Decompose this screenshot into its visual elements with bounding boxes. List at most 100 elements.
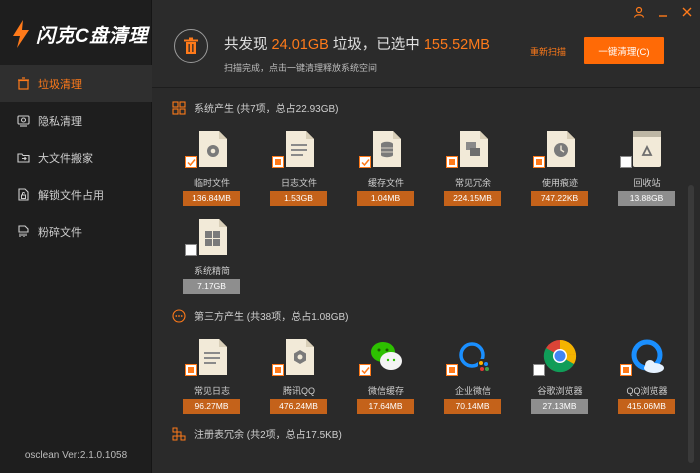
category-tile-common-redundant[interactable]: 常见冗余 224.15MB	[433, 129, 513, 225]
section-title: 第三方产生 (共38项，总占1.08GB)	[194, 312, 349, 323]
tile-label: 腾讯QQ	[282, 386, 315, 396]
privacy-icon	[17, 115, 30, 127]
item-checkbox[interactable]	[185, 244, 197, 256]
sidebar-item-shred-file[interactable]: 粉碎文件	[0, 213, 152, 250]
item-checkbox[interactable]	[533, 156, 545, 168]
folder-move-icon	[17, 153, 30, 163]
category-tile-recycle-bin[interactable]: 回收站 13.88GB	[607, 129, 687, 225]
one-click-clean-button[interactable]: 一键清理(C)	[584, 37, 664, 64]
qq-file-icon	[286, 339, 314, 375]
tile-size-badge: 13.88GB	[618, 191, 675, 206]
tile-size-badge: 17.64MB	[357, 399, 414, 414]
category-tile-system-slim[interactable]: 系统精简 7.17GB	[172, 217, 252, 313]
app-logo-text: 闪克C盘清理	[36, 25, 148, 47]
tile-label: 系统精简	[193, 266, 230, 276]
tile-size-badge: 96.27MB	[183, 399, 240, 414]
minimize-icon[interactable]	[656, 5, 670, 19]
trash-icon	[18, 77, 29, 90]
sidebar-nav: 垃圾清理 隐私清理 大文件搬家 解锁文件占用 粉碎文件	[0, 65, 152, 250]
item-checkbox[interactable]	[620, 156, 632, 168]
log-file-icon	[286, 131, 314, 167]
sidebar-item-label: 大文件搬家	[38, 152, 93, 165]
tile-size-badge: 1.53GB	[270, 191, 327, 206]
tile-size-badge: 136.84MB	[183, 191, 240, 206]
app-logo: 闪克C盘清理	[10, 14, 150, 54]
tile-label: 企业微信	[454, 386, 491, 396]
more-circle-icon	[172, 308, 186, 323]
item-checkbox[interactable]	[359, 156, 371, 168]
item-checkbox[interactable]	[446, 364, 458, 376]
tile-size-badge: 224.15MB	[444, 191, 501, 206]
scrollbar[interactable]	[688, 185, 694, 463]
item-checkbox[interactable]	[446, 156, 458, 168]
registry-icon	[172, 427, 186, 440]
sidebar-item-label: 解锁文件占用	[38, 189, 104, 202]
category-tile-tencent-qq[interactable]: 腾讯QQ 476.24MB	[259, 337, 339, 433]
user-icon[interactable]	[632, 5, 646, 19]
database-file-icon	[373, 131, 401, 167]
tile-size-badge: 747.22KB	[531, 191, 588, 206]
category-tile-qq-browser[interactable]: QQ浏览器 415.06MB	[607, 337, 687, 433]
tile-label: 缓存文件	[367, 178, 404, 188]
log-file-icon	[199, 339, 227, 375]
item-checkbox[interactable]	[359, 364, 371, 376]
tile-label: 微信缓存	[367, 386, 404, 396]
tile-label: 临时文件	[193, 178, 230, 188]
scan-result-headline: 共发现 24.01GB 垃圾，已选中 155.52MB	[224, 33, 490, 54]
version-label: osclean Ver:2.1.0.1058	[24, 450, 128, 461]
trash-can-icon	[184, 37, 198, 54]
close-icon[interactable]	[680, 5, 694, 19]
junk-category-list: 系统产生 (共7项，总占22.93GB) 临时文件 136.84MB 日志文件 …	[152, 89, 700, 473]
tile-label: 常见冗余	[454, 178, 491, 188]
tile-label: 回收站	[633, 178, 661, 188]
tile-label: QQ浏览器	[626, 386, 668, 396]
item-checkbox[interactable]	[620, 364, 632, 376]
category-tile-log-files[interactable]: 日志文件 1.53GB	[259, 129, 339, 225]
redundant-file-icon	[460, 131, 488, 167]
rescan-link[interactable]: 重新扫描	[530, 45, 566, 58]
category-tile-usage-traces[interactable]: 使用痕迹 747.22KB	[520, 129, 600, 225]
sidebar-item-junk-clean[interactable]: 垃圾清理	[0, 65, 152, 102]
scan-summary-header: 共发现 24.01GB 垃圾，已选中 155.52MB 扫描完成，点击一键清理释…	[152, 0, 700, 88]
sidebar-item-large-file-move[interactable]: 大文件搬家	[0, 139, 152, 176]
wechat-icon	[371, 342, 402, 370]
tile-label: 谷歌浏览器	[537, 386, 583, 396]
tile-size-badge: 7.17GB	[183, 279, 240, 294]
sidebar: 闪克C盘清理 垃圾清理 隐私清理 大文件搬家 解锁文件占用 粉碎文件 oscle…	[0, 0, 152, 473]
tile-label: 使用痕迹	[541, 178, 578, 188]
category-tile-google-chrome[interactable]: 谷歌浏览器 27.13MB	[520, 337, 600, 433]
tile-size-badge: 27.13MB	[531, 399, 588, 414]
qq-browser-icon	[631, 339, 664, 373]
sidebar-item-unlock-file[interactable]: 解锁文件占用	[0, 176, 152, 213]
category-tile-wechat-cache[interactable]: 微信缓存 17.64MB	[346, 337, 426, 433]
selected-size: 155.52MB	[423, 37, 490, 53]
category-tile-wecom[interactable]: 企业微信 70.14MB	[433, 337, 513, 433]
sidebar-item-privacy-clean[interactable]: 隐私清理	[0, 102, 152, 139]
item-checkbox[interactable]	[272, 156, 284, 168]
sidebar-item-label: 隐私清理	[38, 115, 82, 128]
category-tile-cache-files[interactable]: 缓存文件 1.04MB	[346, 129, 426, 225]
tile-size-badge: 70.14MB	[444, 399, 501, 414]
chrome-icon	[543, 339, 577, 373]
tile-size-badge: 415.06MB	[618, 399, 675, 414]
tile-label: 日志文件	[280, 178, 317, 188]
category-tile-temp-files[interactable]: 临时文件 136.84MB	[172, 129, 252, 225]
item-checkbox[interactable]	[533, 364, 545, 376]
item-checkbox[interactable]	[272, 364, 284, 376]
category-tile-common-logs[interactable]: 常见日志 96.27MB	[172, 337, 252, 433]
scan-status-text: 扫描完成，点击一键清理释放系统空间	[224, 63, 378, 73]
lightning-logo-icon	[13, 20, 29, 48]
grid-icon	[172, 100, 186, 115]
shred-icon	[18, 225, 29, 237]
item-checkbox[interactable]	[185, 156, 197, 168]
section-title: 系统产生 (共7项，总占22.93GB)	[194, 104, 339, 115]
section-header-registry: 注册表冗余 (共2项，总占17.5KB)	[172, 426, 342, 441]
found-size: 24.01GB	[271, 37, 329, 53]
sidebar-item-label: 垃圾清理	[38, 78, 82, 91]
clock-file-icon	[547, 131, 575, 167]
item-checkbox[interactable]	[185, 364, 197, 376]
found-suffix: 垃圾，已选中	[332, 37, 420, 53]
section-title: 注册表冗余 (共2项，总占17.5KB)	[194, 430, 342, 441]
sidebar-item-label: 粉碎文件	[38, 226, 82, 239]
trash-status-icon	[174, 29, 208, 63]
